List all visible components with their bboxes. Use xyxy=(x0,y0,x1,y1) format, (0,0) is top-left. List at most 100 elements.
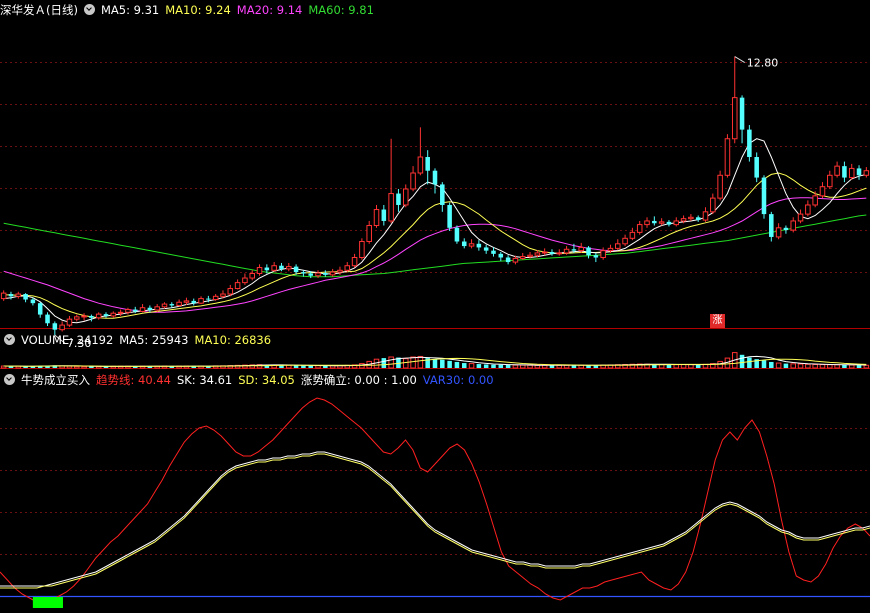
candle-body xyxy=(702,211,709,221)
volume-bar xyxy=(315,365,321,369)
candle-body xyxy=(103,314,109,316)
volume-bar xyxy=(827,364,833,369)
volume-bar xyxy=(81,365,87,369)
var30-label: VAR30: 0.00 xyxy=(422,373,494,387)
candle-body xyxy=(731,97,738,140)
volume-header: VOLUME: 24192 MA5: 25943 MA10: 26836 xyxy=(4,330,277,350)
candle-body xyxy=(512,257,519,263)
buy-signal-block xyxy=(32,597,41,608)
candle-body xyxy=(578,246,584,252)
volume-bar xyxy=(468,363,475,369)
candle-body xyxy=(769,214,774,237)
volume-bar xyxy=(863,364,870,369)
candle-body xyxy=(680,218,687,222)
volume-bar xyxy=(388,356,394,369)
volume-bar xyxy=(747,357,752,368)
candle-body xyxy=(45,314,50,324)
candle-body xyxy=(636,224,643,233)
volume-bar xyxy=(842,364,847,368)
confirm-label: 涨势确立: 0.00 : 1.00 xyxy=(300,373,417,387)
candle-body xyxy=(337,269,343,273)
volume-label: VOLUME: 24192 xyxy=(21,333,114,347)
candle-body xyxy=(454,227,460,242)
dropdown-chevron-icon[interactable] xyxy=(4,374,15,385)
candle-body xyxy=(848,167,855,179)
volume-bar xyxy=(73,365,80,369)
candle-body xyxy=(541,251,548,254)
candle-body xyxy=(286,266,292,270)
candle-body xyxy=(206,298,211,300)
ma10-label: MA10: 9.24 xyxy=(165,3,231,17)
buy-signal-block xyxy=(47,597,56,608)
volume-bar xyxy=(483,364,489,368)
candle-body xyxy=(432,170,438,185)
candle-body xyxy=(95,313,102,319)
volume-bar xyxy=(797,363,804,369)
candle-body xyxy=(373,209,380,227)
candle-body xyxy=(381,209,387,221)
candle-body xyxy=(717,174,723,199)
candle-body xyxy=(73,316,80,320)
volume-bar xyxy=(805,363,811,369)
volume-bar xyxy=(308,365,313,368)
candle-body xyxy=(301,272,306,274)
candle-body xyxy=(191,300,197,304)
candle-body xyxy=(519,256,526,259)
volume-bar xyxy=(301,365,306,368)
candle-body xyxy=(790,220,797,231)
candle-body xyxy=(593,255,599,258)
volume-bar xyxy=(498,364,504,368)
candle-body xyxy=(856,168,862,176)
candle-body xyxy=(747,129,752,158)
candle-body xyxy=(739,97,745,130)
candle-body xyxy=(527,254,533,258)
candle-body xyxy=(797,213,804,222)
indicator-header: 牛势成立买入 趋势线: 40.44 SK: 34.61 SD: 34.05 涨势确立: … xyxy=(4,370,500,390)
candle-body xyxy=(410,172,416,190)
candle-body xyxy=(147,307,153,311)
candle-body xyxy=(461,241,467,247)
candle-body xyxy=(498,253,504,258)
candle-body xyxy=(710,197,716,213)
candle-body xyxy=(242,277,248,284)
candle-body xyxy=(125,309,131,313)
stock-title[interactable]: 深华发Ａ(日线) xyxy=(0,3,78,17)
volume-bar xyxy=(461,363,467,368)
candle-body xyxy=(563,248,570,254)
volume-bar xyxy=(812,363,818,369)
candle-body xyxy=(132,309,138,312)
candle-body xyxy=(842,166,847,178)
volume-bar xyxy=(323,365,328,368)
volume-bar xyxy=(519,364,526,369)
dropdown-chevron-icon[interactable] xyxy=(4,334,15,345)
indicator-name[interactable]: 牛势成立买入 xyxy=(21,373,90,387)
candle-body xyxy=(812,195,818,206)
candle-body xyxy=(256,267,263,274)
candle-body xyxy=(308,273,313,276)
candle-body xyxy=(644,220,650,226)
volume-bar xyxy=(432,359,438,368)
volume-bar xyxy=(454,361,460,368)
sk-label: SK: 34.61 xyxy=(176,373,233,387)
candle-body xyxy=(834,165,840,176)
candle-body xyxy=(447,204,452,228)
candle-body xyxy=(220,293,226,297)
candle-body xyxy=(688,216,694,220)
candle-body xyxy=(491,250,496,254)
candle-body xyxy=(615,243,621,249)
dropdown-chevron-icon[interactable] xyxy=(83,4,95,15)
ma-line-ma60 xyxy=(3,214,867,278)
volume-bar xyxy=(769,361,774,368)
candle-body xyxy=(805,204,811,215)
candle-body xyxy=(607,247,614,252)
candle-body xyxy=(271,265,277,271)
candle-body xyxy=(183,300,190,303)
main-header: 深华发Ａ(日线) MA5: 9.31 MA10: 9.24 MA20: 9.14 MA6… xyxy=(0,0,380,20)
candle-body xyxy=(161,303,168,308)
volume-bar xyxy=(775,362,782,369)
volume-bar xyxy=(856,365,862,368)
candle-body xyxy=(425,157,430,171)
candle-body xyxy=(673,220,680,226)
candle-body xyxy=(819,186,826,197)
candle-body xyxy=(249,272,255,279)
